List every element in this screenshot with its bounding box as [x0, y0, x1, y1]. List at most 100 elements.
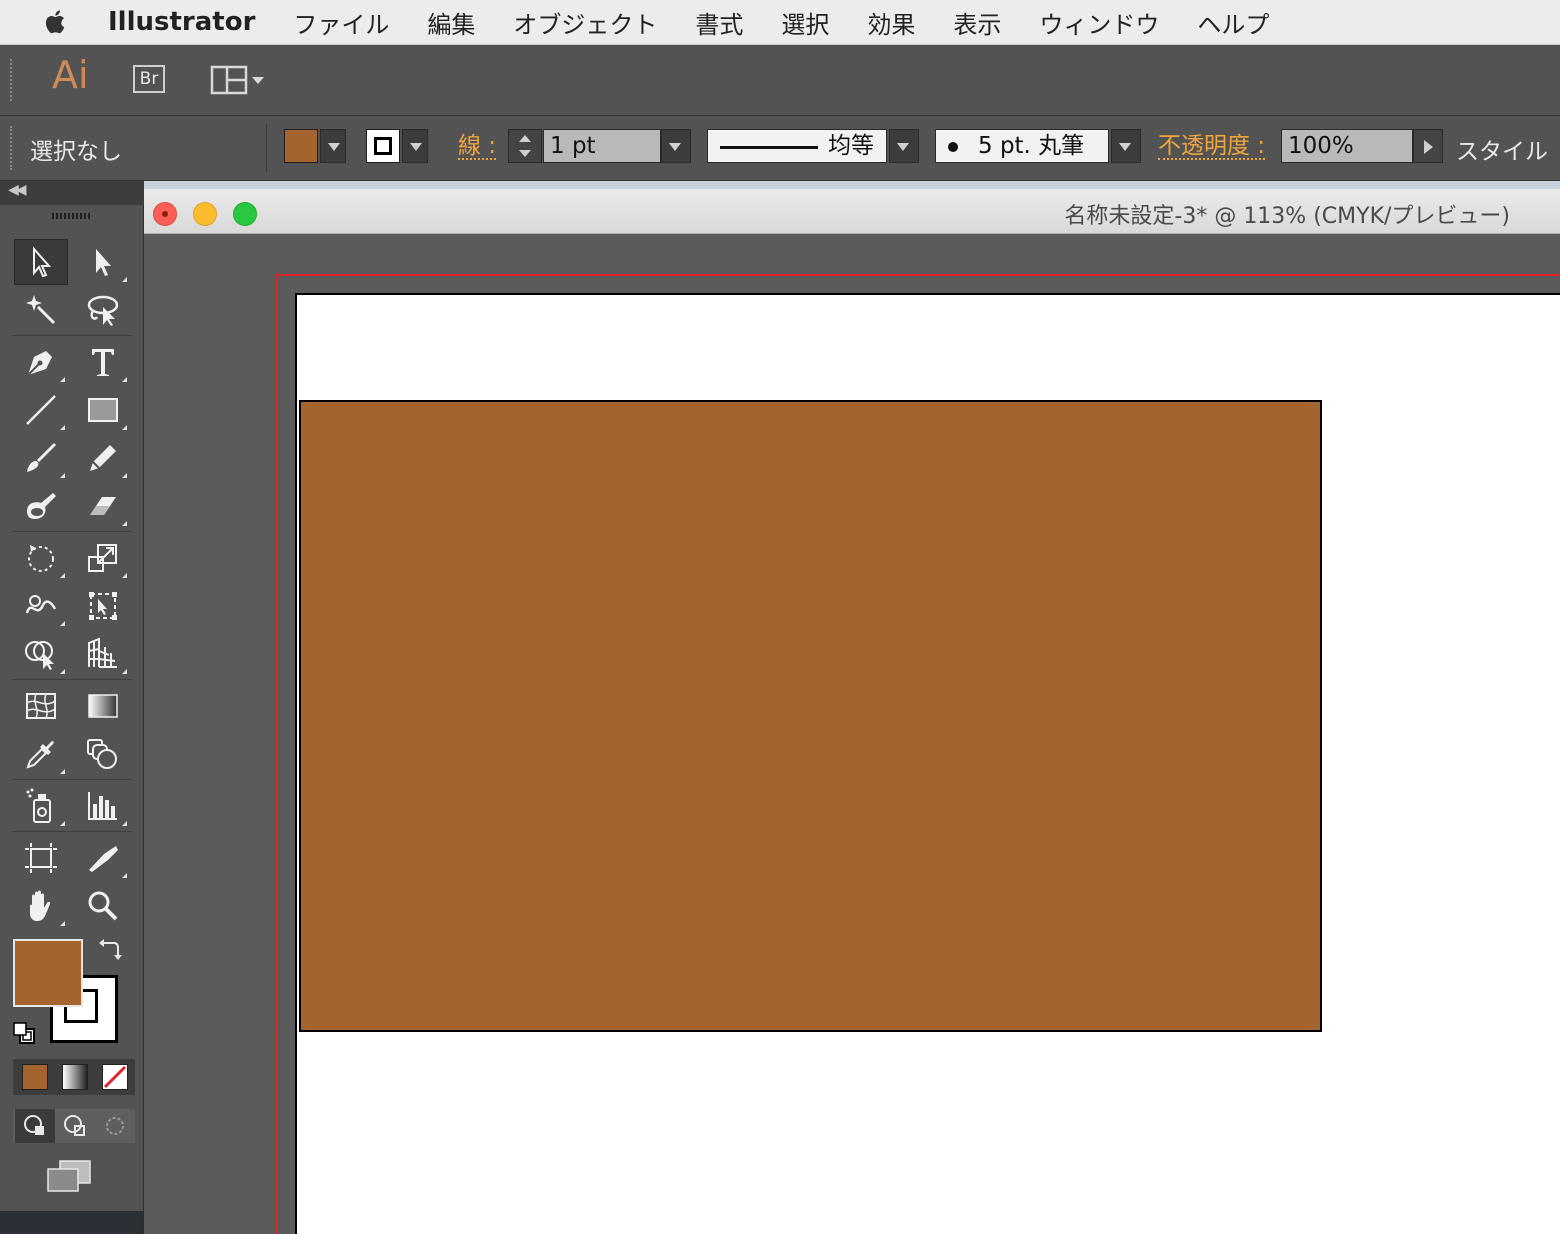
document-title-bar[interactable]: 名称未設定-3* @ 113% (CMYK/プレビュー)	[144, 189, 1560, 234]
stroke-weight-dropdown[interactable]	[661, 129, 691, 163]
app-name-menu[interactable]: Illustrator	[108, 7, 255, 37]
desktop-background	[0, 1211, 140, 1234]
draw-normal-icon	[24, 1115, 44, 1135]
fill-color-box[interactable]	[13, 939, 83, 1007]
opacity-field[interactable]: 100%	[1281, 129, 1413, 163]
type-tool[interactable]	[76, 339, 130, 385]
appbar-grip[interactable]	[10, 59, 16, 101]
bridge-button[interactable]: Br	[133, 65, 165, 93]
free-transform-tool[interactable]	[76, 583, 130, 629]
menu-type[interactable]: 書式	[695, 5, 743, 40]
variable-width-profile[interactable]: 均等	[707, 129, 887, 163]
free-transform-icon	[89, 592, 117, 620]
controlbar-grip[interactable]	[10, 126, 16, 170]
perspective-grid-tool[interactable]	[76, 631, 130, 677]
direct-selection-tool[interactable]	[76, 239, 130, 285]
slice-tool[interactable]	[76, 835, 130, 881]
fill-dropdown-arrow[interactable]	[320, 129, 346, 163]
color-mode-row	[13, 1059, 135, 1095]
draw-behind-button[interactable]	[55, 1109, 95, 1143]
line-segment-tool[interactable]	[14, 387, 68, 433]
divider	[266, 124, 267, 172]
none-mode-button[interactable]	[102, 1064, 128, 1090]
opacity-slider-arrow[interactable]	[1413, 129, 1443, 163]
blend-tool[interactable]	[76, 731, 130, 777]
menu-window[interactable]: ウィンドウ	[1039, 5, 1159, 40]
style-label[interactable]: スタイル	[1456, 132, 1548, 166]
collapse-panel-icon[interactable]: ◀◀	[8, 182, 26, 198]
tools-panel-grip[interactable]	[52, 213, 90, 219]
selection-arrow-icon	[33, 246, 52, 278]
gradient-tool[interactable]	[76, 683, 130, 729]
selection-tool[interactable]	[14, 239, 68, 285]
arrange-documents-icon[interactable]	[210, 65, 270, 95]
zoom-button[interactable]	[233, 202, 257, 226]
brush-definition[interactable]: 5 pt. 丸筆	[935, 129, 1109, 163]
close-button[interactable]	[153, 202, 177, 226]
none-slash-icon	[103, 1065, 127, 1089]
menu-effect[interactable]: 効果	[867, 5, 915, 40]
document-title: 名称未設定-3* @ 113% (CMYK/プレビュー)	[1064, 204, 1510, 229]
draw-normal-button[interactable]	[15, 1109, 55, 1143]
gradient-mode-button[interactable]	[62, 1064, 88, 1090]
artboard-icon	[25, 843, 57, 873]
magnifier-icon	[88, 891, 118, 921]
brush-dropdown[interactable]	[1111, 129, 1141, 163]
type-t-icon	[92, 349, 114, 376]
stroke-color-swatch[interactable]	[366, 129, 400, 163]
blob-brush-tool[interactable]	[14, 483, 68, 529]
artboard-tool[interactable]	[14, 835, 68, 881]
variable-width-dropdown[interactable]	[889, 129, 919, 163]
zoom-tool[interactable]	[76, 883, 130, 929]
fill-color-swatch[interactable]	[284, 129, 318, 163]
draw-inside-icon	[106, 1117, 124, 1135]
column-graph-tool[interactable]	[76, 783, 130, 829]
scale-tool[interactable]	[76, 535, 130, 581]
warp-tool[interactable]	[14, 583, 68, 629]
symbol-sprayer-tool[interactable]	[14, 783, 68, 829]
rotate-tool[interactable]	[14, 535, 68, 581]
default-fill-stroke-icon[interactable]	[12, 1021, 36, 1045]
menu-help[interactable]: ヘルプ	[1197, 5, 1269, 40]
scale-icon	[88, 544, 117, 572]
menu-bar: Illustrator ファイル 編集 オブジェクト 書式 選択 効果 表示 ウ…	[0, 0, 1560, 45]
gradient-icon	[88, 694, 118, 718]
rectangle-tool[interactable]	[76, 387, 130, 433]
menu-view[interactable]: 表示	[953, 5, 1001, 40]
opacity-panel-link[interactable]: 不透明度 :	[1158, 134, 1266, 160]
draw-inside-button[interactable]	[95, 1109, 135, 1143]
pen-tool[interactable]	[14, 339, 68, 385]
menu-object[interactable]: オブジェクト	[513, 5, 657, 40]
divider	[12, 335, 132, 336]
shape-builder-icon	[25, 641, 54, 670]
stroke-profile-line	[720, 146, 818, 149]
stroke-panel-link[interactable]: 線 :	[458, 134, 497, 160]
menu-edit[interactable]: 編集	[427, 5, 475, 40]
eraser-tool[interactable]	[76, 483, 130, 529]
color-mode-button[interactable]	[22, 1064, 48, 1090]
divider	[12, 831, 132, 832]
lasso-tool[interactable]	[76, 287, 130, 333]
warp-icon	[25, 595, 57, 614]
screen-mode-icon[interactable]	[46, 1159, 92, 1195]
application-bar: Ai Br	[0, 45, 1560, 116]
eyedropper-icon	[26, 741, 54, 769]
menu-file[interactable]: ファイル	[293, 5, 389, 40]
pencil-tool[interactable]	[76, 435, 130, 481]
paintbrush-icon	[27, 442, 57, 472]
eyedropper-tool[interactable]	[14, 731, 68, 777]
stroke-weight-field[interactable]: 1 pt	[543, 129, 661, 163]
stroke-dropdown-arrow[interactable]	[402, 129, 428, 163]
hand-tool[interactable]	[14, 883, 68, 929]
apple-icon[interactable]	[42, 7, 70, 37]
rectangle-object[interactable]	[299, 400, 1322, 1032]
swap-fill-stroke-icon[interactable]	[98, 937, 122, 961]
divider	[12, 779, 132, 780]
paintbrush-tool[interactable]	[14, 435, 68, 481]
mesh-tool[interactable]	[14, 683, 68, 729]
minimize-button[interactable]	[193, 202, 217, 226]
shape-builder-tool[interactable]	[14, 631, 68, 677]
menu-select[interactable]: 選択	[781, 5, 829, 40]
magic-wand-tool[interactable]	[14, 287, 68, 333]
stroke-weight-stepper[interactable]	[508, 129, 542, 163]
